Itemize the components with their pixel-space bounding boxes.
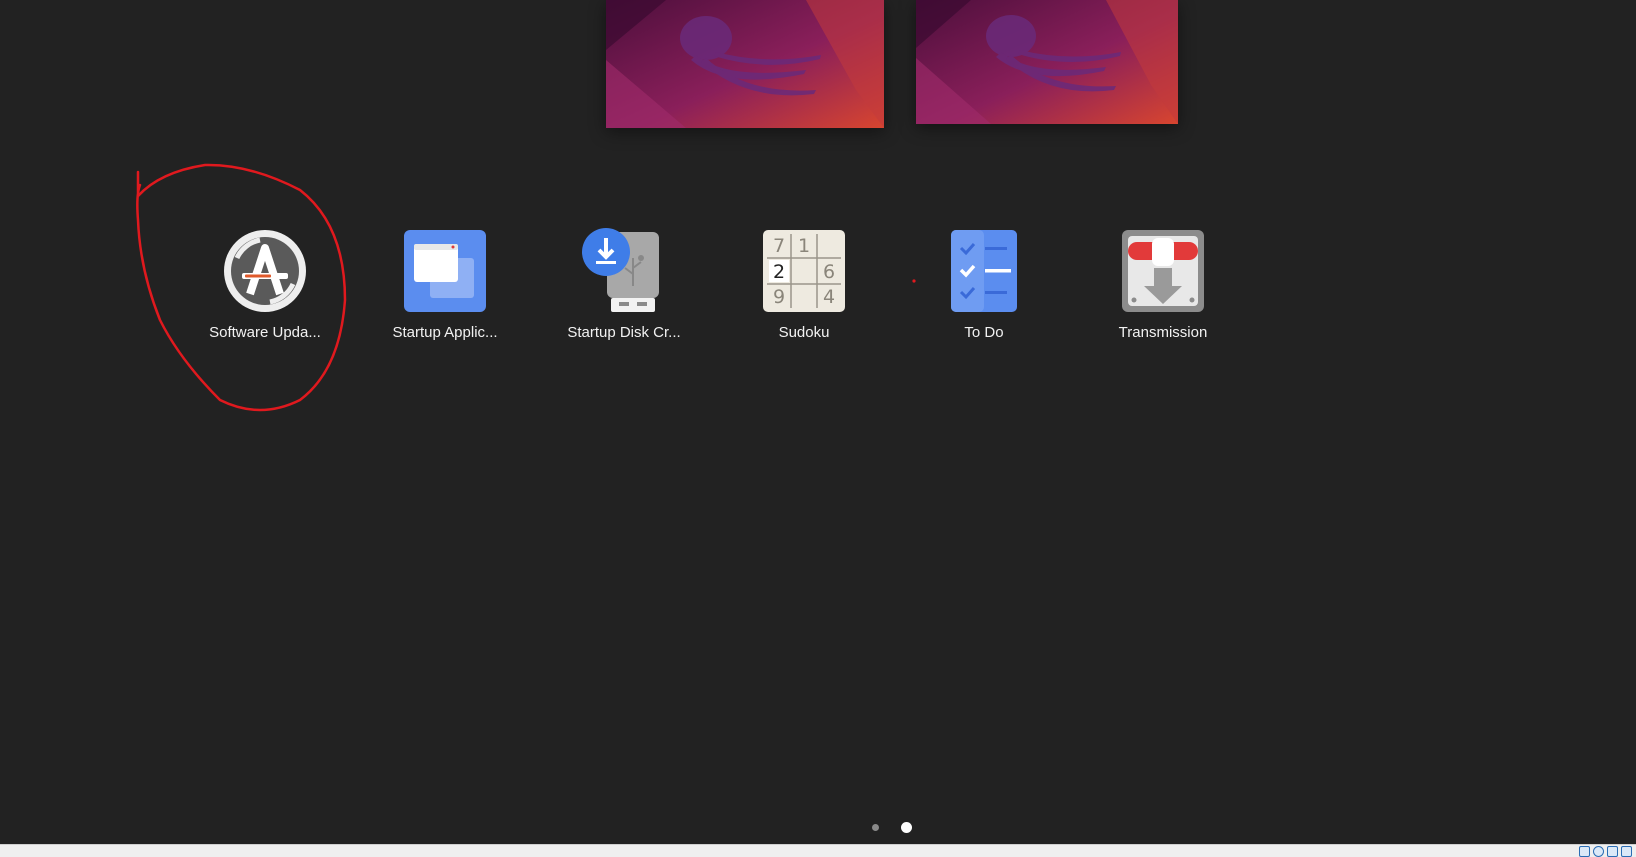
page-dot-1[interactable] [872,823,879,831]
storage-icon[interactable] [1579,846,1590,857]
app-sudoku[interactable]: 7 1 2 6 9 4 Sudoku [719,228,889,358]
app-startup-applications[interactable]: Startup Applic... [360,228,530,358]
software-updater-icon [222,228,308,314]
sudoku-digit: 1 [798,235,810,257]
app-label: To Do [964,324,1004,341]
sudoku-digit: 7 [773,235,785,257]
workspace-thumbnail-2[interactable] [916,0,1178,124]
sudoku-digit: 4 [823,286,835,308]
app-startup-disk-creator[interactable]: Startup Disk Cr... [539,228,709,358]
sudoku-icon: 7 1 2 6 9 4 [761,228,847,314]
network-icon[interactable] [1621,846,1632,857]
workspace-thumbnail-1[interactable] [606,0,884,128]
todo-icon [941,228,1027,314]
jellyfish-wallpaper-icon [916,0,1178,124]
status-bar [0,844,1636,857]
app-label: Transmission [1118,324,1208,341]
app-label: Software Upda... [209,324,321,341]
startup-disk-creator-icon [581,228,667,314]
page-indicator [872,820,912,834]
optical-drive-icon[interactable] [1593,846,1604,857]
startup-applications-icon [402,228,488,314]
app-label: Sudoku [778,324,830,341]
sudoku-digit: 2 [773,261,785,283]
jellyfish-wallpaper-icon [606,0,884,128]
app-label: Startup Applic... [392,324,498,341]
app-grid-screen: Software Upda... Startup Applic... Start… [0,0,1636,857]
red-annotation-circle [136,163,916,412]
page-dot-2[interactable] [901,821,912,833]
app-label: Startup Disk Cr... [567,324,681,341]
app-software-updater[interactable]: Software Upda... [180,228,350,358]
sudoku-digit: 6 [823,261,835,283]
sudoku-digit: 9 [773,286,785,308]
app-transmission[interactable]: Transmission [1078,228,1248,358]
app-to-do[interactable]: To Do [899,228,1069,358]
transmission-icon [1120,228,1206,314]
usb-icon[interactable] [1607,846,1618,857]
status-tray [1579,846,1632,857]
